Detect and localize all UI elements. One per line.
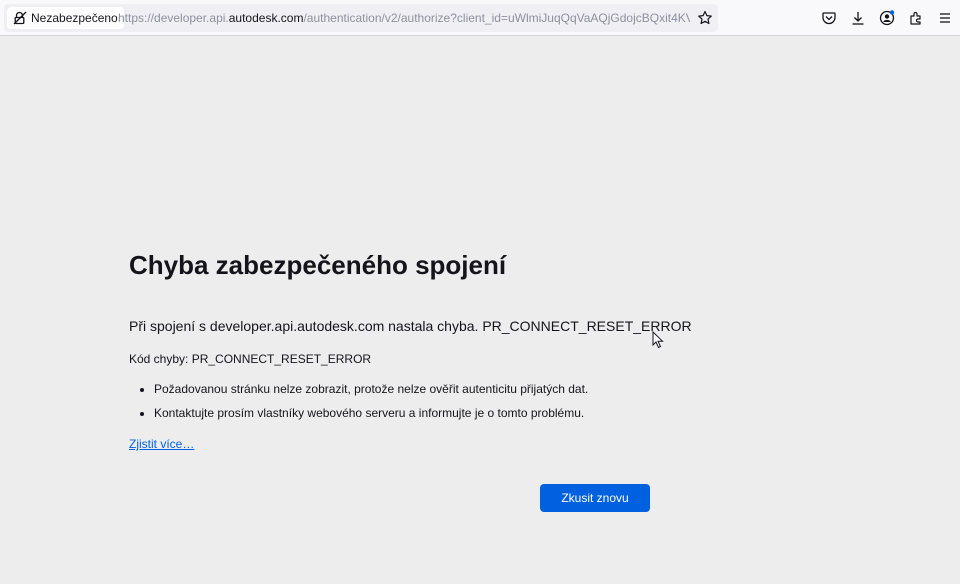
download-icon[interactable] [850, 10, 866, 26]
account-icon[interactable] [879, 10, 895, 26]
error-page: Chyba zabezpečeného spojení Při spojení … [0, 36, 960, 584]
pocket-icon[interactable] [821, 10, 837, 26]
url-prefix: https://developer.api. [118, 11, 229, 25]
hamburger-menu-icon[interactable] [937, 10, 953, 26]
url-text[interactable]: https://developer.api.autodesk.com/authe… [118, 4, 690, 32]
extensions-icon[interactable] [908, 10, 924, 26]
star-icon[interactable] [697, 10, 713, 26]
url-host: autodesk.com [228, 11, 304, 25]
identity-label: Nezabezpečeno [31, 11, 118, 25]
browser-toolbar: Nezabezpečeno https://developer.api.auto… [0, 0, 960, 36]
insecure-lock-icon [13, 11, 27, 25]
list-item: Požadovanou stránku nelze zobrazit, prot… [154, 380, 588, 404]
mouse-cursor-icon [652, 330, 664, 349]
error-description: Při spojení s developer.api.autodesk.com… [129, 318, 692, 334]
learn-more-link[interactable]: Zjistit více… [129, 437, 194, 451]
error-hints-list: Požadovanou stránku nelze zobrazit, prot… [129, 380, 588, 428]
url-path: /authentication/v2/authorize?client_id=u… [303, 11, 690, 25]
list-item: Kontaktujte prosím vlastníky webového se… [154, 404, 588, 428]
error-code: Kód chyby: PR_CONNECT_RESET_ERROR [129, 352, 372, 366]
retry-button[interactable]: Zkusit znovu [540, 484, 650, 512]
identity-box[interactable]: Nezabezpečeno [7, 7, 124, 29]
url-bar[interactable]: Nezabezpečeno https://developer.api.auto… [4, 4, 718, 32]
error-title: Chyba zabezpečeného spojení [129, 250, 507, 280]
